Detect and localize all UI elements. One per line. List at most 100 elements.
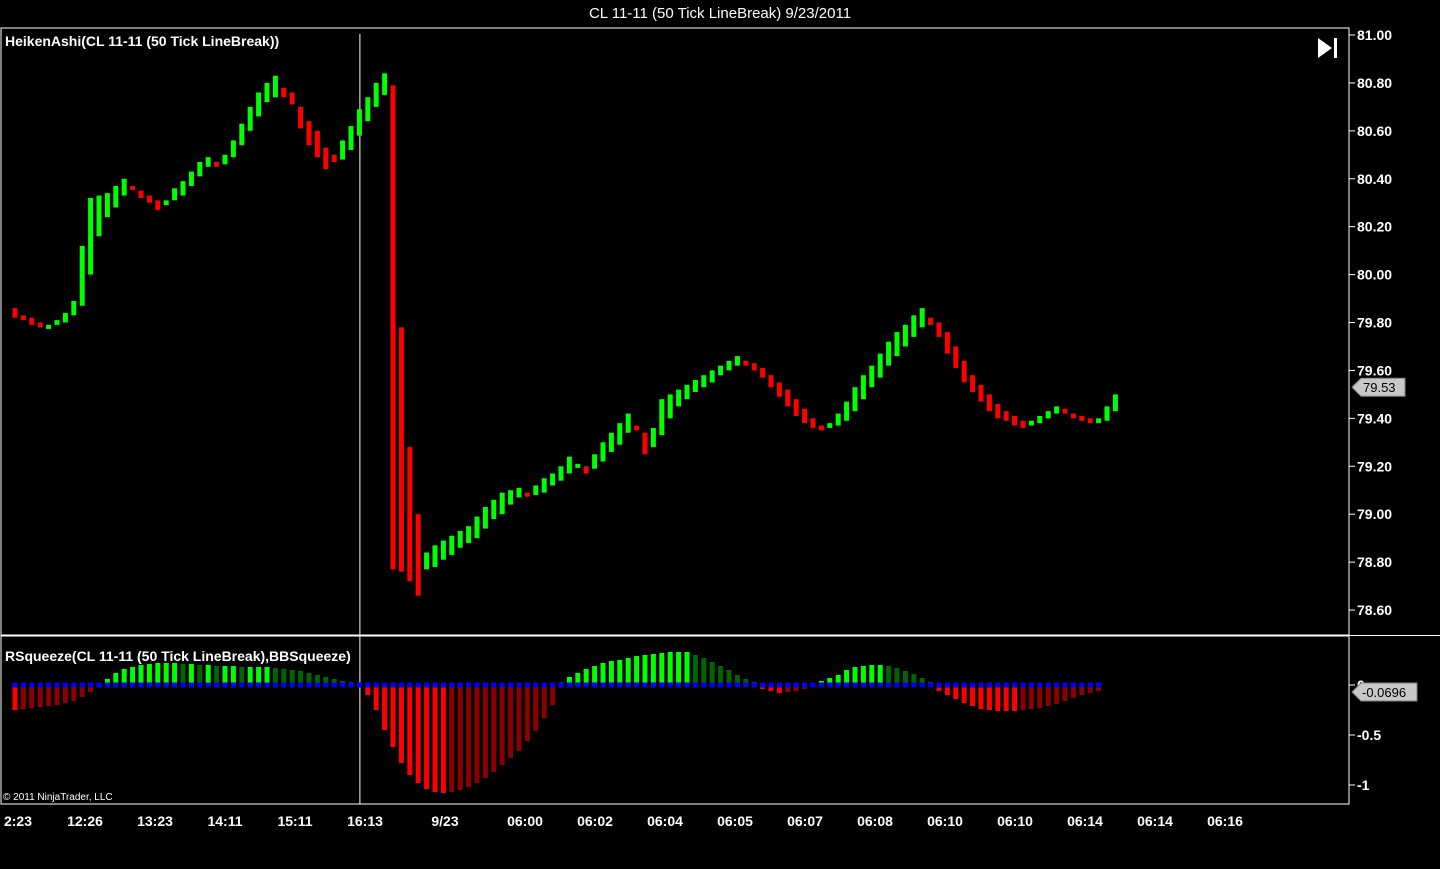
current-value-label: -0.0696 [1362,685,1406,700]
squeeze-dot [1054,682,1060,688]
squeeze-dot [936,682,942,688]
candle-up [558,466,564,481]
squeeze-dot [205,682,211,688]
squeeze-dot [944,682,950,688]
histogram-bar-negative [390,685,396,747]
candle-down [936,322,942,337]
candle-up [348,126,354,151]
histogram-bar-negative [986,685,992,710]
time-tick-label: 12:26 [67,813,103,829]
candle-up [726,360,732,371]
squeeze-dot [331,682,337,688]
time-tick-label: 06:10 [997,813,1033,829]
squeeze-dot [676,682,682,688]
candle-down [1020,420,1026,428]
candle-up [1028,420,1034,426]
candle-up [79,245,85,306]
histogram-bar-positive [172,663,178,685]
histogram-bar-positive [625,658,631,685]
squeeze-dot [970,682,976,688]
candle-up [239,123,245,146]
histogram-bar-positive [701,658,707,685]
squeeze-dot [382,682,388,688]
candle-down [289,92,295,105]
candle-up [516,487,522,498]
histogram-bar-negative [970,685,976,706]
squeeze-dot [121,682,127,688]
histogram-bar-positive [205,665,211,685]
squeeze-dot [600,682,606,688]
chart-canvas[interactable]: 81.00 80.80 80.60 80.40 80.20 80.00 79.80 79.60… [0,0,1440,869]
price-tick-label: 80.20 [1357,219,1392,235]
histogram-bar-negative [1012,685,1018,711]
skip-to-end-icon[interactable] [1318,38,1337,58]
candle-up [650,427,656,448]
candle-up [827,423,833,428]
squeeze-dot [558,682,564,688]
squeeze-dot [197,682,203,688]
squeeze-dot [592,682,598,688]
candle-up [482,507,488,529]
candle-up [382,73,388,95]
squeeze-dot [88,682,94,688]
candle-up [264,82,270,103]
candle-up [1096,418,1102,424]
squeeze-dot [869,682,875,688]
squeeze-dot [440,682,446,688]
candle-down [130,185,136,190]
time-tick-label: 14:11 [207,813,242,829]
current-value-marker: -0.0696 [1351,682,1418,702]
candle-down [928,317,934,325]
squeeze-dot [12,682,18,688]
candle-down [978,384,984,402]
price-tick-label: 80.40 [1357,171,1392,187]
squeeze-dot [272,682,278,688]
histogram-bar-negative [550,685,556,705]
candle-up [113,185,119,208]
histogram-bar-positive [222,666,228,685]
candle-up [222,154,228,165]
squeeze-dot [575,682,581,688]
histogram-bar-positive [146,664,152,685]
squeeze-dot [961,682,967,688]
candle-up [432,545,438,567]
squeeze-dot [373,682,379,688]
price-tick-label: 78.60 [1357,602,1392,618]
histogram-bar-negative [54,685,60,705]
candle-up [499,492,505,515]
time-tick-label: 06:04 [647,813,683,829]
squeeze-dot [424,682,430,688]
candle-up [1104,406,1110,421]
squeeze-dot [902,682,908,688]
candle-up [592,454,598,469]
candle-up [676,389,682,407]
candle-down [398,327,404,572]
candle-down [810,418,816,428]
squeeze-dot [726,682,732,688]
histogram-bar-negative [499,685,505,765]
squeeze-dot [919,682,925,688]
squeeze-dot [29,682,35,688]
candle-down [986,394,992,412]
time-tick-label: 06:10 [927,813,963,829]
candle-up [121,178,127,196]
histogram-bar-negative [466,685,472,787]
squeeze-dot [617,682,623,688]
candle-down [760,368,766,378]
squeeze-dot [818,682,824,688]
squeeze-dot [172,682,178,688]
time-tick-label: 9/23 [431,813,458,829]
candle-down [768,375,774,388]
squeeze-dot [1012,682,1018,688]
axes: 81.00 80.80 80.60 80.40 80.20 80.00 79.80 79.60… [4,27,1418,829]
squeeze-dot [1096,682,1102,688]
squeeze-dot [54,682,60,688]
squeeze-dot [130,682,136,688]
squeeze-dot [844,682,850,688]
candle-up [188,171,194,186]
squeeze-dot [491,682,497,688]
squeeze-dot [684,682,690,688]
time-tick-label: 06:14 [1067,813,1103,829]
squeeze-dot [802,682,808,688]
squeeze-dot [634,682,640,688]
